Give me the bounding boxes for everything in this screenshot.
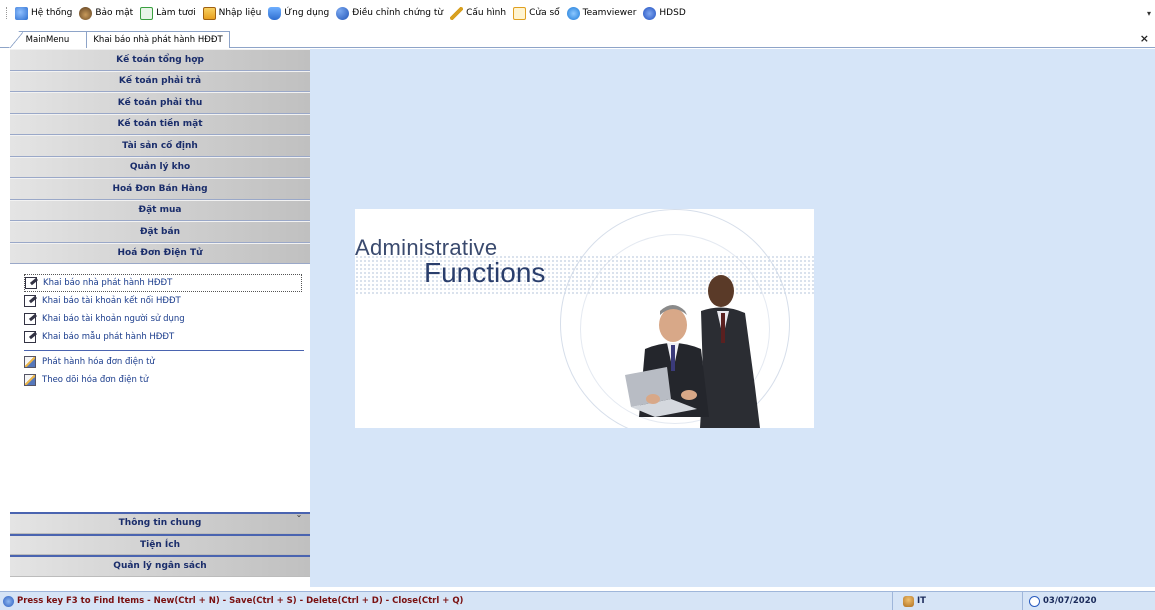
- window-icon: [513, 6, 527, 20]
- main-menubar: Hệ thống Bảo mật Làm tươi Nhập liệu Ứng …: [0, 0, 1155, 26]
- nav-item-theo-doi-hoa-don[interactable]: Theo dõi hóa đơn điện tử: [24, 371, 310, 389]
- nav-subitems-panel: Khai báo nhà phát hành HĐĐT Khai báo tài…: [10, 264, 310, 519]
- tab-mainmenu[interactable]: MainMenu: [9, 31, 87, 48]
- menu-bao-mat[interactable]: Bảo mật: [76, 3, 136, 23]
- nav-item-label: Khai báo mẫu phát hành HĐĐT: [42, 332, 175, 342]
- nav-item-label: Theo dõi hóa đơn điện tử: [42, 375, 149, 385]
- menu-cua-so[interactable]: Cửa sổ: [510, 3, 563, 23]
- status-user-name: IT: [917, 596, 926, 606]
- clock-icon: [1029, 595, 1040, 607]
- nav-category-ke-toan-phai-thu[interactable]: Kế toán phải thu: [10, 92, 310, 114]
- help-icon: [643, 6, 657, 20]
- adjust-document-icon: [336, 6, 350, 20]
- status-hint: Press key F3 to Find Items - New(Ctrl + …: [0, 592, 893, 610]
- menu-teamviewer[interactable]: Teamviewer: [564, 3, 640, 23]
- menu-label: Bảo mật: [95, 8, 134, 18]
- document-tabstrip: MainMenu Khai báo nhà phát hành HĐĐT: [0, 31, 1155, 48]
- invoice-icon: [24, 356, 36, 368]
- nav-category-hoa-don-dien-tu[interactable]: Hoá Đơn Điện Tử: [10, 242, 310, 264]
- user-icon: [903, 595, 914, 607]
- nav-category-quan-ly-ngan-sach[interactable]: Quản lý ngân sách: [10, 555, 310, 577]
- nav-item-khai-bao-tai-khoan-ket-noi[interactable]: Khai báo tài khoản kết nối HĐĐT: [24, 292, 310, 310]
- menu-label: Hệ thống: [31, 8, 73, 18]
- nav-item-label: Phát hành hóa đơn điện tử: [42, 357, 155, 367]
- application-icon: [268, 6, 282, 20]
- data-entry-icon: [202, 6, 216, 20]
- nav-item-khai-bao-tai-khoan-nguoi-su-dung[interactable]: Khai báo tài khoản người sử dụng: [24, 310, 310, 328]
- menu-lam-tuoi[interactable]: Làm tươi: [137, 3, 198, 23]
- nav-category-tai-san-co-dinh[interactable]: Tài sản cố định: [10, 135, 310, 157]
- nav-category-quan-ly-kho[interactable]: Quản lý kho: [10, 156, 310, 178]
- edit-document-icon: [25, 277, 37, 289]
- nav-item-khai-bao-mau-phat-hanh[interactable]: Khai báo mẫu phát hành HĐĐT: [24, 328, 310, 346]
- nav-item-phat-hanh-hoa-don[interactable]: Phát hành hóa đơn điện tử: [24, 353, 310, 371]
- security-icon: [79, 6, 93, 20]
- nav-item-label: Khai báo nhà phát hành HĐĐT: [43, 278, 173, 288]
- nav-item-label: Khai báo tài khoản người sử dụng: [42, 314, 185, 324]
- refresh-icon: [140, 6, 154, 20]
- banner-title-line2: Functions: [424, 257, 546, 288]
- menu-label: Ứng dụng: [284, 8, 330, 18]
- invoice-icon: [24, 374, 36, 386]
- toolbar-grip[interactable]: [6, 7, 8, 19]
- nav-category-ke-toan-tong-hop[interactable]: Kế toán tổng hợp: [10, 49, 310, 71]
- nav-item-label: Khai báo tài khoản kết nối HĐĐT: [42, 296, 181, 306]
- menu-dieu-chinh-chung-tu[interactable]: Điều chỉnh chứng từ: [333, 3, 446, 23]
- menu-label: HDSD: [659, 8, 686, 18]
- nav-category-tien-ich[interactable]: Tiện Ích: [10, 533, 310, 555]
- edit-document-icon: [24, 313, 36, 325]
- menu-ung-dung[interactable]: Ứng dụng: [265, 3, 332, 23]
- teamviewer-icon: [566, 6, 580, 20]
- nav-category-dat-ban[interactable]: Đặt bán: [10, 221, 310, 243]
- nav-divider: [24, 350, 304, 351]
- nav-category-thong-tin-chung[interactable]: Thông tin chung: [10, 512, 310, 534]
- menu-label: Làm tươi: [156, 8, 196, 18]
- tab-label: Khai báo nhà phát hành HĐĐT: [93, 35, 223, 45]
- administrative-functions-banner: Administrative Functions: [355, 209, 814, 428]
- nav-category-hoa-don-ban-hang[interactable]: Hoá Đơn Bán Hàng: [10, 178, 310, 200]
- status-date: 03/07/2020: [1023, 595, 1097, 607]
- menu-he-thong[interactable]: Hệ thống: [12, 3, 75, 23]
- nav-category-dat-mua[interactable]: Đặt mua: [10, 199, 310, 221]
- nav-category-ke-toan-tien-mat[interactable]: Kế toán tiền mặt: [10, 113, 310, 135]
- menu-nhap-lieu[interactable]: Nhập liệu: [200, 3, 265, 23]
- status-bar: Press key F3 to Find Items - New(Ctrl + …: [0, 591, 1155, 610]
- edit-document-icon: [24, 331, 36, 343]
- toolbar-overflow-icon[interactable]: ▾: [1147, 9, 1151, 18]
- edit-document-icon: [24, 295, 36, 307]
- navigation-panel: Kế toán tổng hợp Kế toán phải trả Kế toá…: [10, 49, 310, 587]
- main-content-area: Administrative Functions: [310, 49, 1155, 587]
- status-date-value: 03/07/2020: [1043, 596, 1097, 606]
- system-icon: [15, 6, 28, 20]
- close-tab-button[interactable]: ×: [1140, 32, 1149, 45]
- config-icon: [450, 6, 464, 20]
- status-user: IT: [893, 592, 1023, 610]
- tab-label: MainMenu: [25, 35, 70, 45]
- chevron-down-icon[interactable]: ⌄: [293, 508, 305, 520]
- menu-label: Teamviewer: [582, 8, 637, 18]
- menu-label: Điều chỉnh chứng từ: [352, 8, 444, 18]
- info-icon: [3, 595, 14, 607]
- tab-khai-bao-nha-phat-hanh[interactable]: Khai báo nhà phát hành HĐĐT: [86, 31, 230, 48]
- nav-category-ke-toan-phai-tra[interactable]: Kế toán phải trả: [10, 70, 310, 92]
- menu-label: Nhập liệu: [218, 8, 262, 18]
- menu-hdsd[interactable]: HDSD: [640, 3, 688, 23]
- menu-label: Cấu hình: [466, 8, 507, 18]
- status-hint-text: Press key F3 to Find Items - New(Ctrl + …: [17, 596, 464, 606]
- menu-label: Cửa sổ: [529, 8, 560, 18]
- menu-cau-hinh[interactable]: Cấu hình: [447, 3, 509, 23]
- nav-item-khai-bao-nha-phat-hanh[interactable]: Khai báo nhà phát hành HĐĐT: [24, 274, 302, 292]
- business-people-illustration: [625, 275, 760, 428]
